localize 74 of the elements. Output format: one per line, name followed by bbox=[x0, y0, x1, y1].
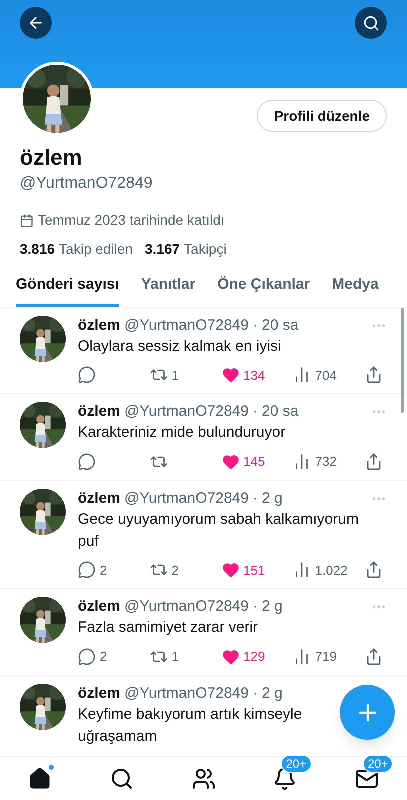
share-icon[interactable] bbox=[365, 366, 383, 384]
post-time: 2 g bbox=[262, 597, 283, 617]
edit-profile-button[interactable]: Profili düzenle bbox=[257, 100, 387, 132]
author-handle: @YurtmanO72849 bbox=[124, 488, 249, 508]
profile-tab[interactable]: Yanıtlar bbox=[141, 274, 196, 306]
post-text: Gece uyuyamıyorum sabah kalkamıyorum puf bbox=[78, 510, 359, 550]
author-handle: @YurtmanO72849 bbox=[124, 402, 249, 422]
following-label[interactable]: Takip edilen bbox=[59, 239, 133, 260]
like-count: 129 bbox=[244, 648, 266, 666]
post-time: 2 g bbox=[262, 488, 283, 508]
following-count[interactable]: 3.816 bbox=[20, 239, 56, 260]
separator-dot: · bbox=[252, 684, 258, 704]
like-count: 134 bbox=[244, 366, 266, 384]
post-time: 20 sa bbox=[262, 402, 299, 422]
profile-name: özlem bbox=[20, 144, 84, 172]
separator-dot: · bbox=[252, 402, 258, 422]
bell-icon[interactable] bbox=[273, 766, 298, 790]
search-button[interactable] bbox=[355, 7, 387, 39]
view-count: 719 bbox=[315, 648, 337, 666]
author-handle: @YurtmanO72849 bbox=[124, 597, 249, 617]
share-icon[interactable] bbox=[365, 452, 383, 471]
author-name: özlem bbox=[78, 597, 121, 617]
separator-dot: · bbox=[252, 597, 258, 617]
people-icon[interactable] bbox=[192, 766, 216, 790]
joined-date: Temmuz 2023 tarihinde katıldı bbox=[38, 211, 225, 230]
profile-tab[interactable]: Gönderi sayısı bbox=[16, 274, 120, 306]
repost-count: 1 bbox=[172, 648, 179, 666]
repost-count: 2 bbox=[172, 562, 179, 580]
like-count: 151 bbox=[244, 562, 266, 580]
count-badge: 20+ bbox=[281, 754, 312, 772]
search-icon[interactable] bbox=[110, 766, 134, 790]
view-count: 1.022 bbox=[315, 562, 348, 580]
profile-handle: @YurtmanO72849 bbox=[20, 174, 154, 194]
heart-icon[interactable] bbox=[222, 452, 240, 471]
author-name: özlem bbox=[78, 316, 121, 336]
reply-icon[interactable] bbox=[78, 648, 96, 666]
calendar-icon bbox=[20, 214, 34, 228]
like-count: 145 bbox=[244, 453, 266, 471]
reply-icon[interactable] bbox=[78, 561, 96, 580]
back-icon bbox=[27, 14, 45, 32]
view-count: 732 bbox=[315, 453, 337, 471]
followers-count[interactable]: 3.167 bbox=[144, 239, 180, 260]
view-count: 704 bbox=[315, 366, 337, 384]
repost-count: 1 bbox=[172, 366, 179, 384]
author-handle: @YurtmanO72849 bbox=[124, 684, 249, 704]
reply-count: 2 bbox=[100, 562, 108, 580]
post-time: 2 g bbox=[262, 684, 283, 704]
post-text: Karakteriniz mide bulunduruyor bbox=[78, 424, 286, 441]
heart-icon[interactable] bbox=[222, 366, 240, 384]
home-icon[interactable] bbox=[28, 766, 52, 790]
profile-tab[interactable]: Medya bbox=[332, 274, 379, 306]
share-icon[interactable] bbox=[365, 648, 383, 666]
back-button[interactable] bbox=[20, 7, 52, 39]
separator-dot: · bbox=[252, 316, 258, 336]
author-handle: @YurtmanO72849 bbox=[124, 316, 249, 336]
post-time: 20 sa bbox=[262, 316, 299, 336]
count-badge: 20+ bbox=[363, 754, 394, 772]
followers-label[interactable]: Takipçi bbox=[184, 239, 227, 260]
post-text: Keyfime bakıyorum artık kimseyle uğraşamam bbox=[78, 706, 302, 744]
profile-tab[interactable]: Öne Çıkanlar bbox=[218, 274, 310, 306]
reply-icon[interactable] bbox=[78, 366, 96, 384]
author-name: özlem bbox=[78, 488, 121, 508]
compose-button[interactable] bbox=[340, 685, 395, 740]
post-text: Olaylara sessiz kalmak en iyisi bbox=[78, 338, 282, 354]
heart-icon[interactable] bbox=[222, 648, 240, 666]
heart-icon[interactable] bbox=[222, 561, 240, 580]
separator-dot: · bbox=[252, 488, 258, 508]
author-name: özlem bbox=[78, 402, 121, 422]
share-icon[interactable] bbox=[365, 561, 383, 580]
post-text: Fazla samimiyet zarar verir bbox=[78, 619, 258, 636]
reply-icon[interactable] bbox=[78, 452, 96, 471]
reply-count: 2 bbox=[100, 648, 108, 666]
author-name: özlem bbox=[78, 684, 121, 704]
search-icon bbox=[362, 14, 380, 32]
